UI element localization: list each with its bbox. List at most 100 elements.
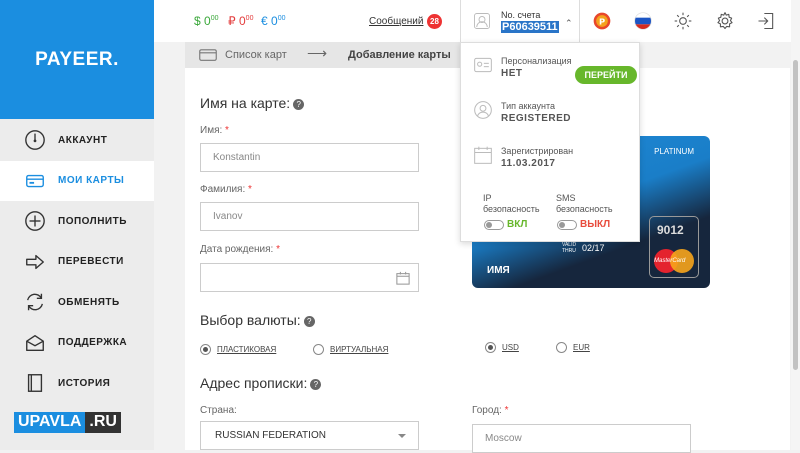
registered-value: 11.03.2017: [501, 158, 556, 169]
section-title-text: Выбор валюты:: [200, 312, 301, 328]
dob-input[interactable]: [200, 263, 419, 292]
scrollbar-thumb[interactable]: [793, 60, 798, 370]
breadcrumb: Список карт ⟶ Добавление карты: [185, 42, 460, 68]
card-holder-name: ИМЯ: [487, 265, 510, 276]
breadcrumb-arrow-icon: ⟶: [307, 45, 328, 61]
watermark-part-b: .RU: [85, 412, 121, 433]
city-label: Город: *: [472, 405, 509, 416]
radio-plastic[interactable]: ПЛАСТИКОВАЯ: [200, 344, 276, 355]
radio-eur[interactable]: EUR: [556, 342, 590, 353]
rouble-coin-icon[interactable]: P: [591, 10, 613, 32]
payeer-logo[interactable]: PAYEER.: [35, 49, 119, 71]
user-circle-icon: [473, 100, 495, 122]
balance-rub[interactable]: ₽ 000: [228, 14, 253, 28]
sidebar-item-label: ИСТОРИЯ: [58, 377, 111, 389]
card-icon: [24, 170, 46, 192]
exchange-icon: [24, 291, 46, 313]
last-name-input[interactable]: Ivanov: [200, 202, 419, 231]
required-mark: *: [276, 244, 281, 255]
calendar-icon[interactable]: [396, 271, 410, 288]
watermark-part-a: UPAVLA: [14, 412, 86, 433]
radio-usd[interactable]: USD: [485, 342, 519, 353]
first-name-label: Имя: *: [200, 125, 229, 136]
sidebar-item-my-cards[interactable]: МОИ КАРТЫ: [0, 160, 154, 201]
breadcrumb-card-list[interactable]: Список карт: [225, 49, 287, 61]
sms-security-label: SMS безопасность: [556, 193, 613, 214]
scrollbar[interactable]: [791, 0, 800, 450]
city-input[interactable]: Moscow: [472, 424, 691, 453]
balance-cents: 00: [245, 15, 254, 22]
sidebar-item-label: МОИ КАРТЫ: [58, 175, 125, 187]
ip-security-label: IP безопасность: [483, 193, 540, 214]
logo-dot: .: [113, 48, 119, 70]
logo-box: PAYEER.: [0, 0, 154, 119]
dob-label: Дата рождения: *: [200, 244, 280, 255]
id-card-icon: [473, 55, 495, 77]
svg-text:P: P: [599, 16, 605, 26]
balance-symbol: $: [194, 14, 201, 28]
top-bar: $ 000 ₽ 000 € 000 Сообщений 28 No. счета…: [154, 0, 800, 42]
required-mark: *: [504, 405, 509, 416]
sidebar-item-support[interactable]: ПОДДЕРЖКА: [0, 323, 154, 364]
logo-text: PAYEER: [35, 48, 114, 70]
last-name-label: Фамилия: *: [200, 184, 252, 195]
sidebar-item-account[interactable]: АККАУНТ: [0, 120, 154, 161]
radio-virtual[interactable]: ВИРТУАЛЬНАЯ: [313, 344, 388, 355]
breadcrumb-current: Добавление карты: [348, 49, 451, 61]
card-tier: PLATINUM: [654, 147, 694, 156]
balance-cents: 00: [277, 15, 286, 22]
account-type-value: REGISTERED: [501, 113, 572, 124]
ip-security-state: ВКЛ: [507, 219, 528, 230]
gear-icon[interactable]: [714, 10, 736, 32]
label-text: Дата рождения:: [200, 244, 274, 255]
chevron-down-icon: [398, 434, 406, 438]
help-icon[interactable]: ?: [310, 378, 322, 390]
calendar-icon: [473, 145, 495, 167]
sidebar-item-transfer[interactable]: ПЕРЕВЕСТИ: [0, 242, 154, 283]
balance-amount: 0: [204, 14, 211, 28]
section-title-text: Адрес прописки:: [200, 375, 308, 391]
sidebar-item-history[interactable]: ИСТОРИЯ: [0, 363, 154, 404]
radio-label: ВИРТУАЛЬНАЯ: [330, 345, 389, 354]
first-name-input[interactable]: Konstantin: [200, 143, 419, 172]
sidebar-item-exchange[interactable]: ОБМЕНЯТЬ: [0, 282, 154, 323]
sun-icon[interactable]: [672, 10, 694, 32]
address-section-title: Адрес прописки:?: [200, 375, 322, 391]
balance-symbol: €: [261, 14, 268, 28]
account-number-box[interactable]: No. счета P60639511 ⌃: [460, 0, 580, 42]
logout-icon[interactable]: [755, 10, 777, 32]
country-select[interactable]: RUSSIAN FEDERATION: [200, 421, 419, 450]
ip-security-toggle[interactable]: [484, 220, 504, 230]
personalization-value: НЕТ: [501, 68, 523, 79]
sidebar-item-label: ОБМЕНЯТЬ: [58, 296, 120, 308]
country-selected-value: RUSSIAN FEDERATION: [215, 430, 326, 441]
balance-eur[interactable]: € 000: [261, 14, 286, 28]
radio-label: EUR: [573, 343, 590, 352]
russian-flag-icon[interactable]: [632, 10, 654, 32]
sms-security-toggle[interactable]: [557, 220, 577, 230]
help-icon[interactable]: ?: [303, 315, 315, 327]
watermark: UPAVLA .RU: [14, 412, 121, 433]
radio-circle: [485, 342, 496, 353]
chevron-up-icon[interactable]: ⌃: [565, 18, 573, 29]
messages-count-badge: 28: [427, 14, 442, 29]
radio-circle: [556, 342, 567, 353]
required-mark: *: [225, 125, 229, 136]
radio-label: ПЛАСТИКОВАЯ: [217, 345, 277, 354]
account-number-value[interactable]: P60639511: [501, 21, 559, 33]
card-valid-thru-label: VALID THRU: [562, 242, 577, 254]
sidebar-item-label: ПЕРЕВЕСТИ: [58, 256, 124, 268]
book-icon: [24, 372, 46, 394]
help-icon[interactable]: ?: [293, 98, 305, 110]
sidebar-item-label: ПОДДЕРЖКА: [58, 337, 128, 349]
balance-cents: 00: [210, 15, 219, 22]
sidebar: PAYEER. АККАУНТ МОИ КАРТЫ ПОПОЛНИТЬ ПЕРЕ…: [0, 0, 154, 450]
card-number-fragment: 9012: [657, 223, 684, 237]
country-label: Страна:: [200, 405, 237, 416]
balance-usd[interactable]: $ 000: [194, 14, 219, 28]
sidebar-item-top-up[interactable]: ПОПОЛНИТЬ: [0, 201, 154, 242]
user-icon: [473, 12, 495, 34]
messages-link[interactable]: Сообщений: [369, 16, 423, 27]
go-button[interactable]: ПЕРЕЙТИ: [575, 66, 637, 84]
envelope-icon: [24, 332, 46, 354]
